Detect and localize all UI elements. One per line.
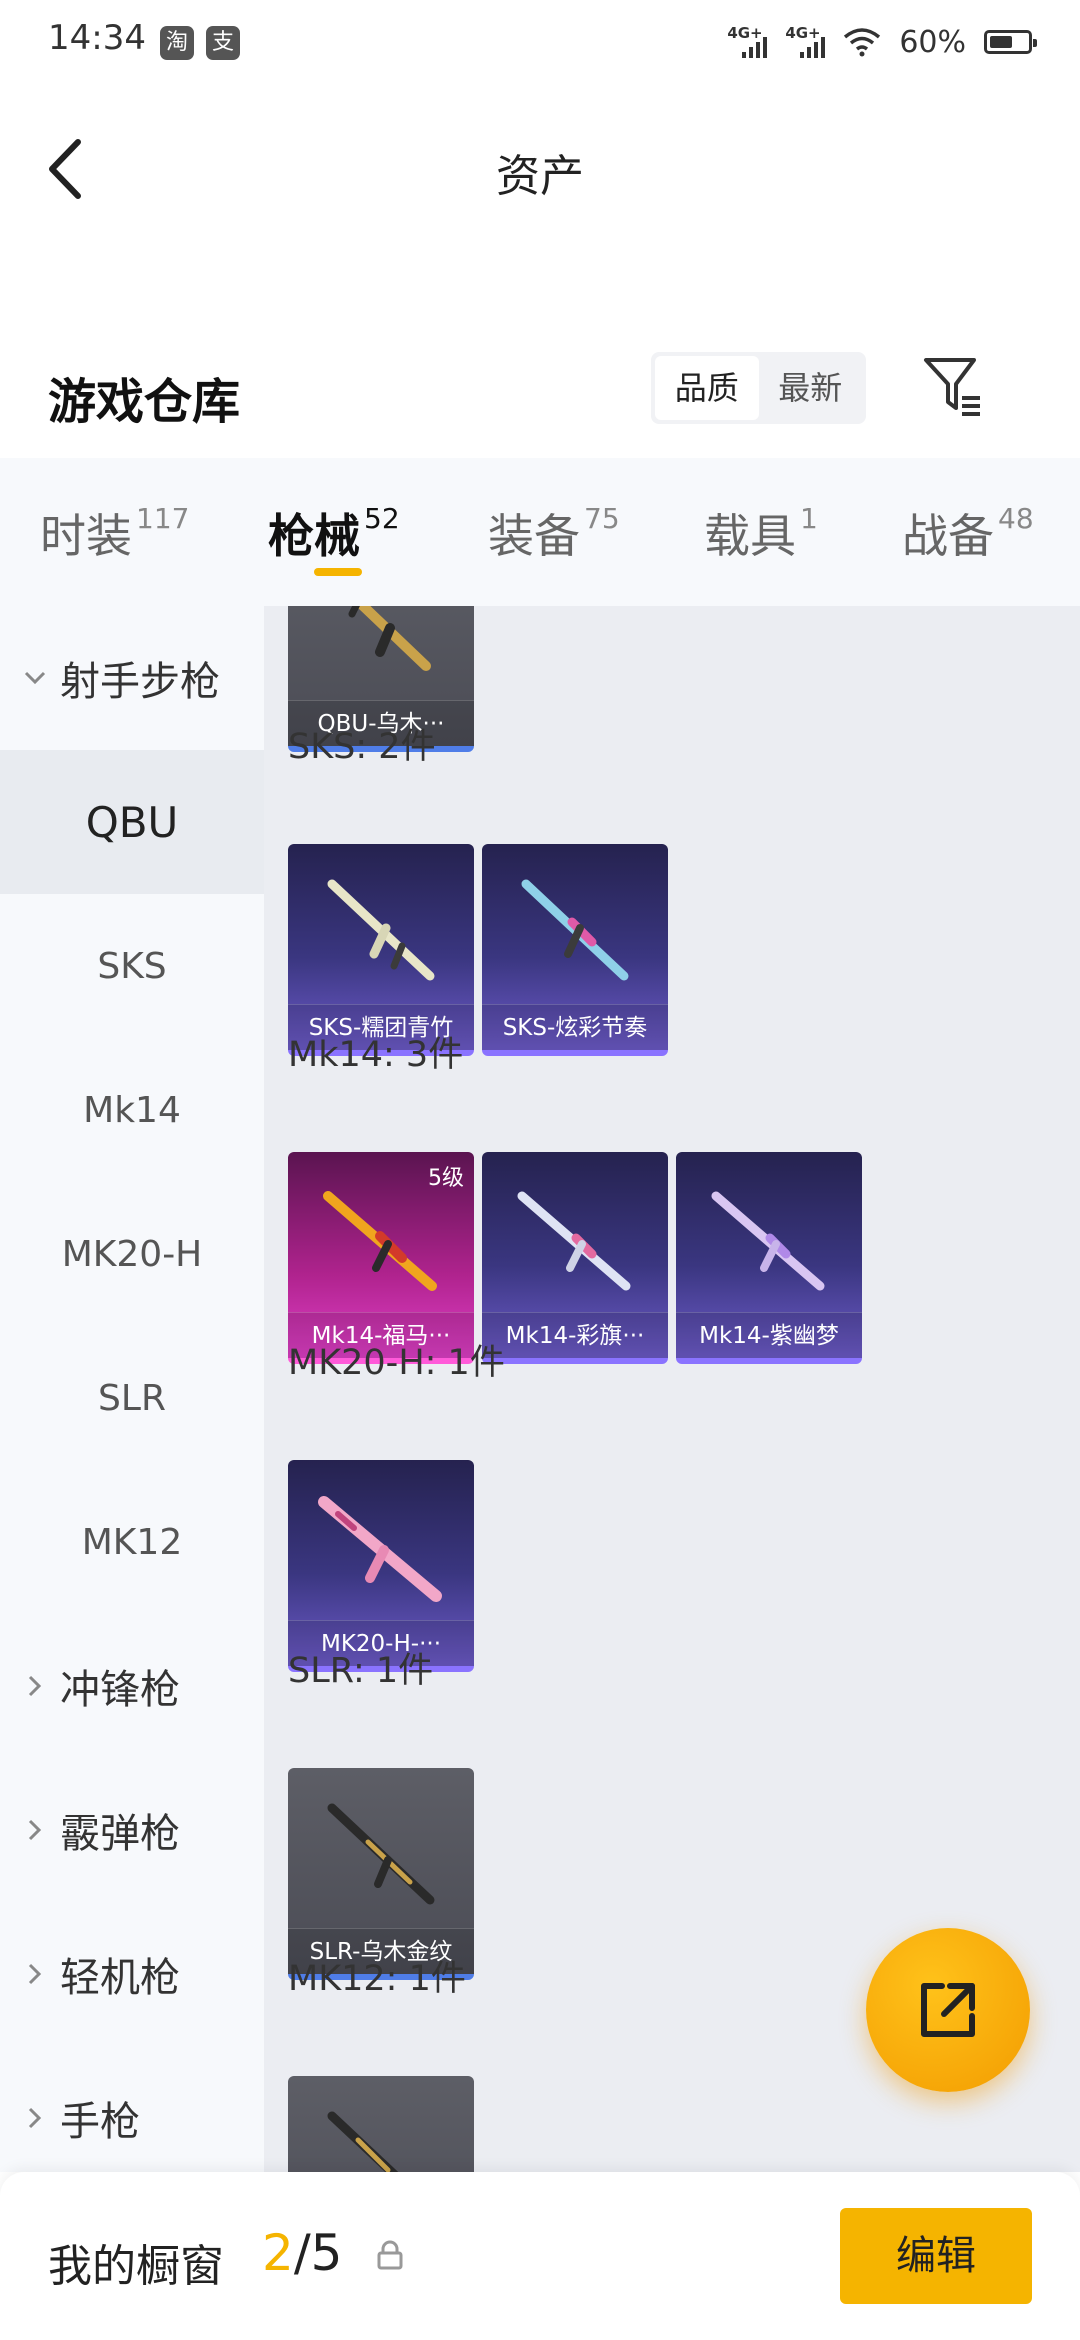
chevron-down-icon bbox=[24, 671, 46, 685]
weapon-card-name: Mk14-彩旗··· bbox=[482, 1312, 668, 1358]
group-header-mk14: Mk14: 3件 bbox=[288, 1035, 464, 1075]
sidebar-group-lmg[interactable]: 轻机枪 bbox=[0, 1902, 264, 2046]
showcase-bar: 我的橱窗 2/5 编辑 bbox=[0, 2172, 1080, 2340]
sidebar-item-mk12[interactable]: MK12 bbox=[0, 1470, 264, 1614]
tab-supplies[interactable]: 战备 48 bbox=[902, 500, 1034, 566]
rifle-icon bbox=[348, 606, 431, 671]
sidebar-group-label: 霰弹枪 bbox=[60, 1811, 180, 1857]
sidebar-item-qbu[interactable]: QBU bbox=[0, 750, 264, 894]
sidebar-group-shotgun[interactable]: 霰弹枪 bbox=[0, 1758, 264, 1902]
weapon-card[interactable]: SKS-炫彩节奏 bbox=[482, 844, 668, 1056]
rifle-icon bbox=[327, 1803, 435, 1905]
sidebar-item-mk14[interactable]: Mk14 bbox=[0, 1038, 264, 1182]
rifle-icon bbox=[711, 1191, 825, 1291]
group-header-slr: SLR: 1件 bbox=[288, 1651, 434, 1691]
share-button[interactable] bbox=[866, 1928, 1030, 2092]
sidebar-group-marksman[interactable]: 射手步枪 bbox=[0, 606, 264, 750]
weapon-card[interactable]: SKS-糯团青竹 bbox=[288, 844, 474, 1056]
rifle-icon bbox=[327, 2111, 399, 2172]
showcase-total: 5 bbox=[310, 2224, 343, 2282]
status-bar: 14:34 淘 支 4G+ 4G+ 60% bbox=[0, 0, 1080, 84]
category-tabs: 时装 117 枪械 52 装备 75 载具 1 战备 48 bbox=[0, 458, 1080, 606]
wifi-icon bbox=[844, 28, 881, 57]
showcase-count: 2/5 bbox=[262, 2224, 342, 2282]
rifle-icon bbox=[521, 879, 629, 981]
battery-icon bbox=[984, 30, 1037, 54]
app-header: 资产 bbox=[0, 84, 1080, 254]
cell-signal-icon: 4G+ bbox=[785, 24, 826, 60]
sort-newest[interactable]: 最新 bbox=[759, 356, 863, 420]
sidebar-group-pistol[interactable]: 手枪 bbox=[0, 2046, 264, 2190]
showcase-current: 2 bbox=[262, 2224, 294, 2282]
active-tab-indicator bbox=[314, 568, 362, 576]
tab-firearms[interactable]: 枪械 52 bbox=[268, 500, 400, 566]
group-header-mk20h: MK20-H: 1件 bbox=[288, 1343, 505, 1383]
chevron-right-icon bbox=[28, 2107, 42, 2129]
weapon-level-badge: 5级 bbox=[428, 1166, 464, 1191]
sidebar-group-label: 手枪 bbox=[60, 2099, 140, 2145]
page-title: 资产 bbox=[496, 151, 584, 202]
filter-icon[interactable] bbox=[920, 354, 986, 420]
tab-equipment[interactable]: 装备 75 bbox=[488, 500, 620, 566]
group-header-sks: SKS: 2件 bbox=[288, 727, 436, 767]
weapon-card[interactable] bbox=[288, 2076, 474, 2172]
weapon-card-name: SKS-炫彩节奏 bbox=[482, 1004, 668, 1050]
weapon-card-name: Mk14-紫幽梦 bbox=[676, 1312, 862, 1358]
sidebar-group-label: 冲锋枪 bbox=[60, 1667, 180, 1713]
share-icon bbox=[921, 1983, 975, 2037]
weapon-category-sidebar: 射手步枪 QBU SKS Mk14 MK20-H SLR MK12 冲锋枪 霰弹… bbox=[0, 606, 264, 2172]
alipay-icon: 支 bbox=[206, 26, 240, 60]
chevron-right-icon bbox=[28, 1963, 42, 1985]
weapon-card[interactable]: Mk14-紫幽梦 bbox=[676, 1152, 862, 1364]
showcase-label: 我的橱窗 bbox=[48, 2241, 224, 2292]
battery-percent: 60% bbox=[899, 24, 966, 60]
sidebar-group-label: 射手步枪 bbox=[60, 659, 220, 705]
sidebar-item-mk20h[interactable]: MK20-H bbox=[0, 1182, 264, 1326]
weapon-card[interactable]: 5级 Mk14-福马··· bbox=[288, 1152, 474, 1364]
weapon-card[interactable]: SLR-乌木金纹 bbox=[288, 1768, 474, 1980]
chevron-right-icon bbox=[28, 1675, 42, 1697]
sort-toggle: 品质 最新 bbox=[651, 352, 866, 424]
showcase-separator: / bbox=[293, 2224, 311, 2282]
warehouse-title: 游戏仓库 bbox=[48, 374, 241, 430]
rifle-icon bbox=[327, 879, 435, 981]
weapon-card[interactable]: MK20-H-··· bbox=[288, 1460, 474, 1672]
group-header-mk12: MK12: 1件 bbox=[288, 1959, 466, 1999]
tab-vehicles[interactable]: 载具 1 bbox=[704, 500, 818, 566]
sidebar-item-sks[interactable]: SKS bbox=[0, 894, 264, 1038]
cell-signal-icon: 4G+ bbox=[727, 24, 768, 60]
rifle-icon bbox=[517, 1191, 631, 1291]
lock-icon bbox=[377, 2240, 403, 2270]
weapon-card[interactable]: Mk14-彩旗··· bbox=[482, 1152, 668, 1364]
chevron-right-icon bbox=[28, 1819, 42, 1841]
tab-fashion[interactable]: 时装 117 bbox=[40, 500, 189, 566]
status-time: 14:34 bbox=[48, 18, 146, 58]
rifle-icon bbox=[318, 1496, 442, 1602]
sort-quality[interactable]: 品质 bbox=[655, 356, 759, 420]
edit-button[interactable]: 编辑 bbox=[840, 2208, 1032, 2304]
sidebar-group-label: 轻机枪 bbox=[60, 1955, 180, 2001]
sidebar-group-smg[interactable]: 冲锋枪 bbox=[0, 1614, 264, 1758]
sidebar-item-slr[interactable]: SLR bbox=[0, 1326, 264, 1470]
taobao-icon: 淘 bbox=[160, 26, 194, 60]
